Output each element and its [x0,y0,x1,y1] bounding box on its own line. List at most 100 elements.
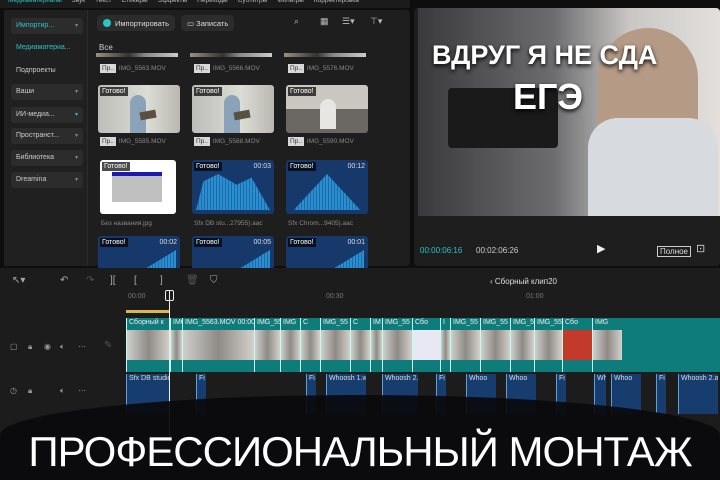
media-item[interactable]: Готово! [192,85,274,133]
video-clip[interactable]: IMG_55 [534,318,562,372]
sidebar-spaces[interactable]: Пространст... ▾ [11,128,83,144]
sidebar-library[interactable]: Библиотека ▾ [11,150,83,166]
video-clip[interactable]: IMG [592,318,622,372]
fullscreen-ratio-button[interactable]: Полное [657,246,692,257]
video-clip[interactable]: IMG_55 [320,318,350,372]
video-subtitle: ЕГЭ [513,76,584,117]
search-icon[interactable]: ⌕ [294,16,299,27]
sidebar-label: ИИ-медиа... [16,111,55,118]
clip-label: IMG_55 [323,319,348,326]
edit-cover-icon[interactable]: ✎ [104,340,112,351]
tab-audio[interactable]: Звук [72,0,85,8]
record-button[interactable]: ▭ Записать [181,15,235,31]
ready-badge: Готово! [100,238,128,247]
lock-icon[interactable]: 🔒︎ [28,386,32,396]
video-clip[interactable]: С [350,318,370,372]
undo-icon[interactable]: ↶ [60,275,68,286]
sidebar-yours[interactable]: Ваши ▾ [11,84,83,100]
video-clip[interactable]: IMG_55 [510,318,534,372]
chevron-down-icon: ▾ [74,89,78,95]
cover-icon[interactable]: ▢ [10,342,18,351]
filter-icon[interactable]: ⊤▾ [370,16,382,27]
lock-icon[interactable]: 🔒︎ [28,342,32,352]
ready-badge: Готово! [194,162,222,171]
compound-clip-back[interactable]: ‹ Сборный клип20 [490,277,557,286]
sidebar-ai-media[interactable]: ИИ-медиа... ▾ [11,107,83,123]
more-icon[interactable]: ⋯ [78,386,86,395]
clip-label: Whoosh 2.a [385,375,418,382]
tab-media[interactable]: Медиаматериалы [8,0,62,8]
tab-adjust[interactable]: Корректировка [314,0,359,8]
media-caption: Пр.. IMG_5590.MOV [288,137,354,146]
audio-track-icon[interactable]: ◷ [10,386,17,395]
video-clip[interactable]: Сбо [562,318,592,372]
mute-icon[interactable]: 🔈︎ [60,386,65,396]
media-item[interactable]: Готово! [286,85,368,133]
delete-icon[interactable]: 🗑 [186,275,199,286]
person-body [588,118,718,216]
redo-icon[interactable]: ↷ [86,275,94,286]
video-clip[interactable]: IMG_55 [254,318,280,372]
clip-thumbnail [351,330,370,360]
video-clip[interactable]: IMG_55 [480,318,510,372]
tab-filters[interactable]: Фильтры [277,0,304,8]
media-item-audio[interactable]: Готово! 00:03 [192,160,274,214]
video-clip[interactable]: Сбо [412,318,440,372]
filter-all[interactable]: Все [99,43,113,52]
video-clip[interactable]: IMG_5563.MOV 00:00:1 [182,318,254,372]
sidebar-import[interactable]: Импортир... ▾ [11,18,83,34]
audio-clip[interactable]: Whoosh 2.a [678,374,718,414]
preview-video[interactable]: ВДРУГ Я НЕ СДА ЕГЭ [418,8,720,216]
sidebar-dreamina[interactable]: Dreamina ▾ [11,172,83,188]
video-clip[interactable]: IMG_55 [450,318,480,372]
tab-subtitles[interactable]: Субтитры [238,0,268,8]
ready-badge: Готово! [194,87,222,96]
tab-transitions[interactable]: Переходы [197,0,228,8]
clip-label: Sfx DB studios - [129,375,170,382]
mute-icon[interactable]: 🔈︎ [60,342,65,352]
video-clip[interactable]: Сборный к [126,318,170,372]
video-clip[interactable]: I [440,318,450,372]
ready-badge: Готово! [288,87,316,96]
current-time: 00:00:06:16 [420,246,463,255]
video-clip[interactable]: С [300,318,320,372]
sort-icon[interactable]: ☰▾ [342,16,355,27]
clip-thumbnail [321,330,350,360]
ready-badge: Готово! [102,162,130,171]
clip-label: IMG [595,319,609,326]
file-name: IMG_5566.MOV [212,65,260,72]
media-item-image[interactable]: Готово! [100,160,176,214]
video-clip[interactable]: IMG [170,318,182,372]
pr-badge: Пр.. [194,64,210,73]
tab-text[interactable]: Текст [95,0,111,8]
clip-label: С [303,319,309,326]
grid-view-icon[interactable]: ▦ [320,16,329,27]
video-clip[interactable]: IM [370,318,382,372]
video-clip[interactable]: IMG [280,318,300,372]
visibility-icon[interactable]: ◉ [44,342,51,351]
play-icon[interactable]: ▶ [597,242,605,255]
media-item[interactable]: Готово! [98,85,180,133]
person [320,99,336,129]
clip-thumbnail [511,330,534,360]
zoom-fit-icon[interactable]: ⊡ [696,242,705,255]
sidebar-media[interactable]: Медиаматериа... [16,44,71,51]
tab-stickers[interactable]: Стикеры [122,0,148,8]
split-icon[interactable]: ][ [110,275,116,286]
import-button[interactable]: Импортировать [97,15,176,31]
more-icon[interactable]: ⋯ [78,342,86,351]
select-tool-icon[interactable]: ↖▾ [12,275,25,286]
trim-right-icon[interactable]: ] [160,275,163,286]
media-sidebar: Импортир... ▾ Медиаматериа... Подпроекты … [4,10,88,266]
media-item-audio[interactable]: Готово! 00:12 [286,160,368,214]
tab-effects[interactable]: Эффекты [158,0,188,8]
trim-left-icon[interactable]: [ [134,275,137,286]
marker-icon[interactable]: ⛉ [210,275,218,286]
clip-label: Fi [439,375,445,382]
clip-label: Fi [559,375,565,382]
sidebar-subprojects[interactable]: Подпроекты [16,67,56,74]
clip-label: IMG_55 [385,319,410,326]
audio-clip[interactable]: Fi [656,374,666,414]
clip-thumbnail [281,330,300,360]
video-clip[interactable]: IMG_55 [382,318,412,372]
